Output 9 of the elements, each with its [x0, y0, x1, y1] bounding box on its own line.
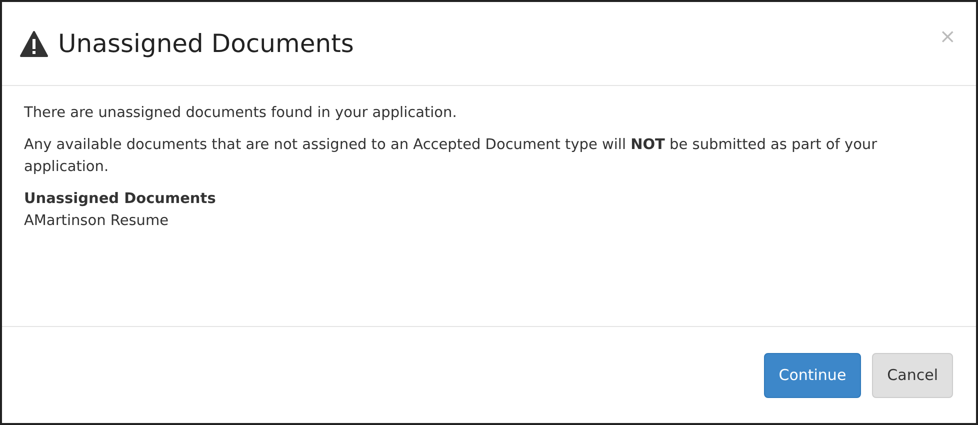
continue-button[interactable]: Continue — [764, 352, 862, 398]
cancel-button[interactable]: Cancel — [872, 352, 953, 398]
message-text: There are unassigned documents found in your application. — [24, 104, 458, 123]
close-button[interactable]: × — [937, 24, 958, 48]
document-name: AMartinson Resume — [24, 212, 170, 231]
list-heading: Unassigned Documents — [24, 190, 217, 209]
message-text: Any available documents that are not assigned to an Accepted Document type will NOT be submitted as part of your application. — [24, 136, 878, 177]
warning-icon — [20, 30, 48, 56]
dialog-title: Unassigned Documents — [58, 29, 354, 58]
